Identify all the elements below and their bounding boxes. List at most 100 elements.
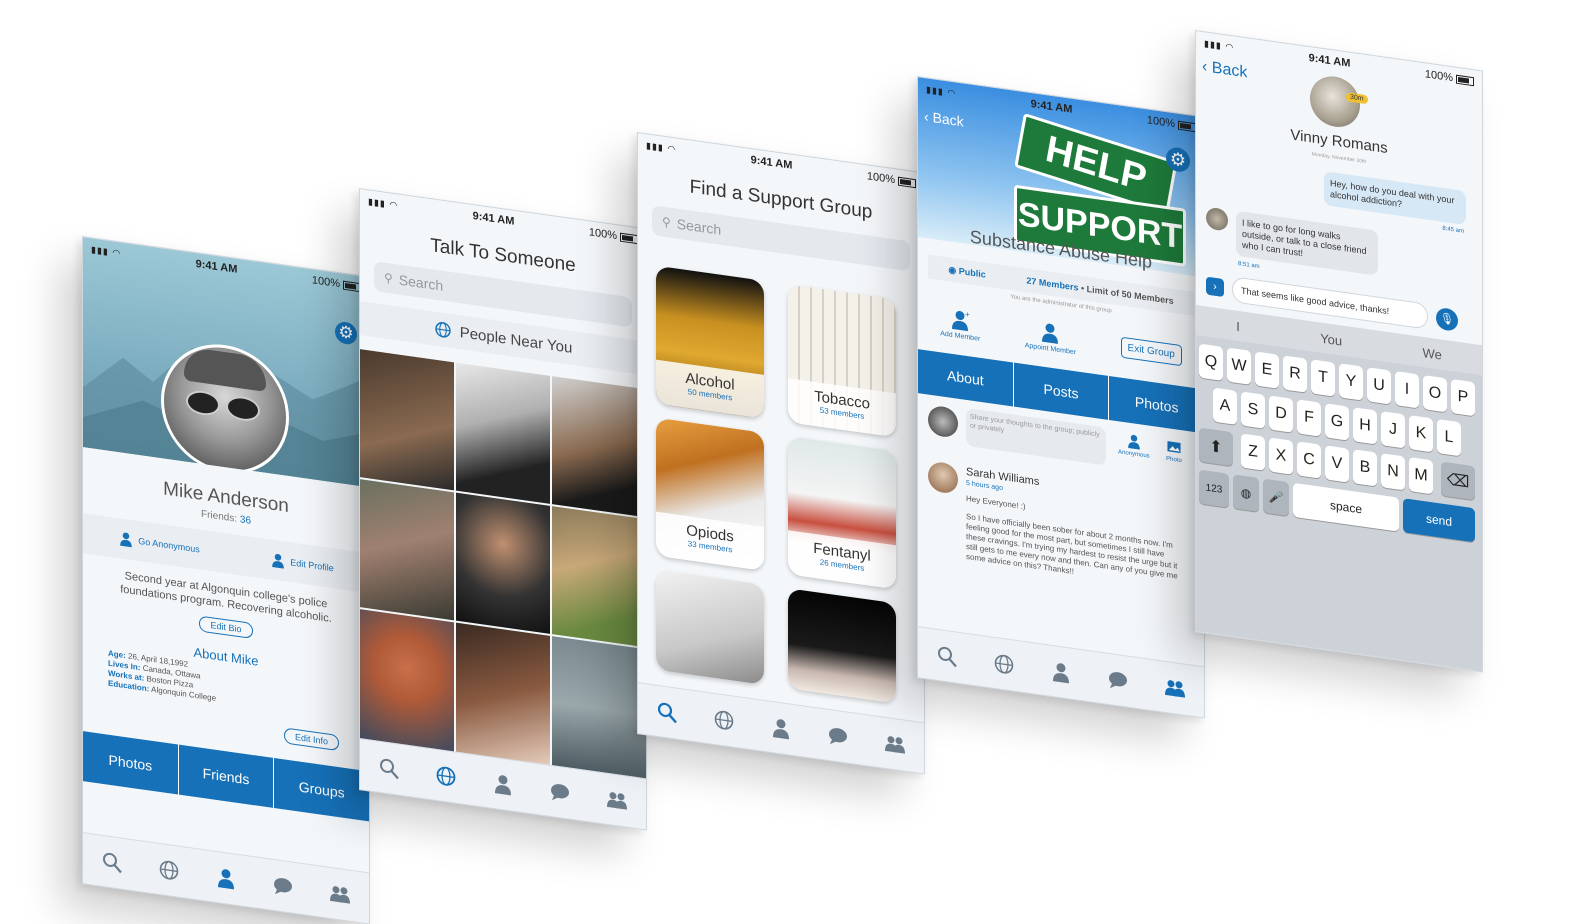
profile-icon[interactable] (213, 863, 239, 893)
person-thumbnail[interactable] (360, 479, 454, 621)
key-m[interactable]: M (1409, 457, 1433, 495)
groups-icon[interactable] (604, 785, 630, 815)
message-out[interactable]: Hey, how do you deal with your alcohol a… (1324, 171, 1466, 226)
suggestion-1[interactable]: I (1236, 318, 1240, 334)
key-i[interactable]: I (1395, 371, 1419, 409)
battery-indicator: 100% (589, 226, 638, 245)
person-thumbnail[interactable] (456, 622, 550, 768)
signal-icon: ▮▮▮ ◠ (1204, 37, 1235, 53)
message-draft: That seems like good advice, thanks! (1241, 285, 1390, 317)
key-x[interactable]: X (1269, 437, 1293, 475)
members-text: 27 Members (1026, 275, 1079, 293)
battery-icon (619, 232, 638, 244)
globe-icon[interactable] (156, 855, 182, 885)
globe-icon[interactable] (711, 705, 737, 735)
find-group-screen: ▮▮▮ ◠ 9:41 AM 100% Find a Support Group … (637, 132, 925, 775)
key-q[interactable]: Q (1199, 343, 1223, 381)
message-in-avatar (1206, 206, 1228, 232)
profile-icon[interactable] (490, 769, 516, 799)
backspace-icon[interactable]: ⌫ (1441, 461, 1475, 501)
groups-icon[interactable] (882, 729, 908, 759)
mic-key-icon[interactable]: 🎤 (1263, 478, 1289, 517)
keyboard: I You We Q W E R T Y U I O P A S D F G H… (1196, 305, 1482, 672)
key-r[interactable]: R (1283, 355, 1307, 393)
group-card-label: Tobacco 53 members (788, 378, 896, 438)
add-member-button[interactable]: + Add Member (940, 306, 980, 342)
composer-avatar (928, 404, 958, 439)
suggestion-3[interactable]: We (1423, 344, 1442, 362)
key-c[interactable]: C (1297, 441, 1321, 479)
key-s[interactable]: S (1241, 391, 1265, 429)
person-thumbnail[interactable] (456, 362, 550, 504)
suggestion-2[interactable]: You (1320, 330, 1342, 348)
people-near-label: People Near You (459, 323, 573, 357)
exit-group-button[interactable]: Exit Group (1120, 336, 1182, 366)
key-d[interactable]: D (1269, 395, 1293, 433)
key-a[interactable]: A (1213, 387, 1237, 425)
profile-icon[interactable] (768, 713, 794, 743)
expand-button[interactable]: › (1206, 276, 1224, 298)
group-card-pills[interactable] (788, 588, 896, 704)
post-avatar (928, 460, 958, 495)
key-n[interactable]: N (1381, 453, 1405, 491)
chat-icon[interactable] (270, 871, 296, 901)
groups-icon[interactable] (327, 879, 353, 909)
back-button[interactable]: ‹ Back (1202, 58, 1247, 82)
key-p[interactable]: P (1451, 378, 1475, 417)
chat-icon[interactable] (547, 777, 573, 807)
key-f[interactable]: F (1297, 399, 1321, 437)
chat-icon[interactable] (825, 721, 851, 751)
group-card-powder[interactable] (656, 569, 764, 685)
visibility-label: Public (958, 265, 986, 280)
shift-key[interactable]: ⬆ (1199, 427, 1233, 467)
person-thumbnail[interactable] (552, 636, 646, 782)
key-e[interactable]: E (1255, 351, 1279, 389)
search-icon[interactable] (376, 753, 402, 783)
go-anonymous-button[interactable]: Go Anonymous (118, 530, 200, 557)
appoint-member-button[interactable]: Appoint Member (1025, 318, 1076, 356)
anonymous-icon (1128, 434, 1140, 450)
key-v[interactable]: V (1325, 445, 1349, 483)
key-t[interactable]: T (1311, 359, 1335, 397)
group-card-tobacco[interactable]: Tobacco 53 members (788, 284, 896, 438)
numbers-key[interactable]: 123 (1199, 469, 1229, 508)
globe-key-icon[interactable]: ◍ (1233, 474, 1259, 512)
groups-icon[interactable] (1162, 673, 1188, 703)
key-y[interactable]: Y (1339, 363, 1363, 401)
space-key[interactable]: space (1293, 482, 1399, 532)
edit-profile-button[interactable]: Edit Profile (270, 551, 334, 576)
signal-icon: ▮▮▮ ◠ (368, 195, 399, 211)
person-thumbnail[interactable] (552, 376, 646, 518)
key-j[interactable]: J (1381, 411, 1405, 449)
key-z[interactable]: Z (1241, 433, 1265, 471)
group-card-alcohol[interactable]: Alcohol 50 members (656, 265, 764, 419)
group-card-label: Alcohol 50 members (656, 359, 764, 419)
key-w[interactable]: W (1227, 347, 1251, 385)
key-l[interactable]: L (1437, 419, 1461, 457)
battery-text: 100% (1424, 68, 1453, 85)
person-thumbnail[interactable] (552, 506, 646, 648)
key-b[interactable]: B (1353, 449, 1377, 487)
profile-icon[interactable] (1048, 657, 1074, 687)
globe-icon[interactable] (991, 649, 1017, 679)
group-card-opiods[interactable]: Opiods 33 members (656, 417, 764, 571)
search-icon[interactable] (654, 697, 680, 727)
key-h[interactable]: H (1353, 407, 1377, 445)
person-thumbnail[interactable] (360, 609, 454, 755)
visibility-badge: ◉ Public (948, 263, 986, 280)
key-u[interactable]: U (1367, 367, 1391, 405)
search-icon[interactable] (99, 847, 125, 877)
key-k[interactable]: K (1409, 415, 1433, 453)
key-g[interactable]: G (1325, 403, 1349, 441)
send-key[interactable]: send (1403, 498, 1475, 543)
chat-icon[interactable] (1105, 665, 1131, 695)
person-thumbnail[interactable] (456, 492, 550, 634)
anonymous-post-button[interactable]: Anonymous (1118, 431, 1150, 460)
search-icon[interactable] (934, 641, 960, 671)
group-card-fentanyl[interactable]: Fentanyl 26 members (788, 436, 896, 590)
person-thumbnail[interactable] (360, 349, 454, 491)
key-o[interactable]: O (1423, 375, 1447, 413)
photo-post-button[interactable]: Photo (1166, 438, 1182, 464)
microphone-icon[interactable]: 🎙 (1436, 306, 1458, 332)
globe-icon[interactable] (433, 761, 459, 791)
